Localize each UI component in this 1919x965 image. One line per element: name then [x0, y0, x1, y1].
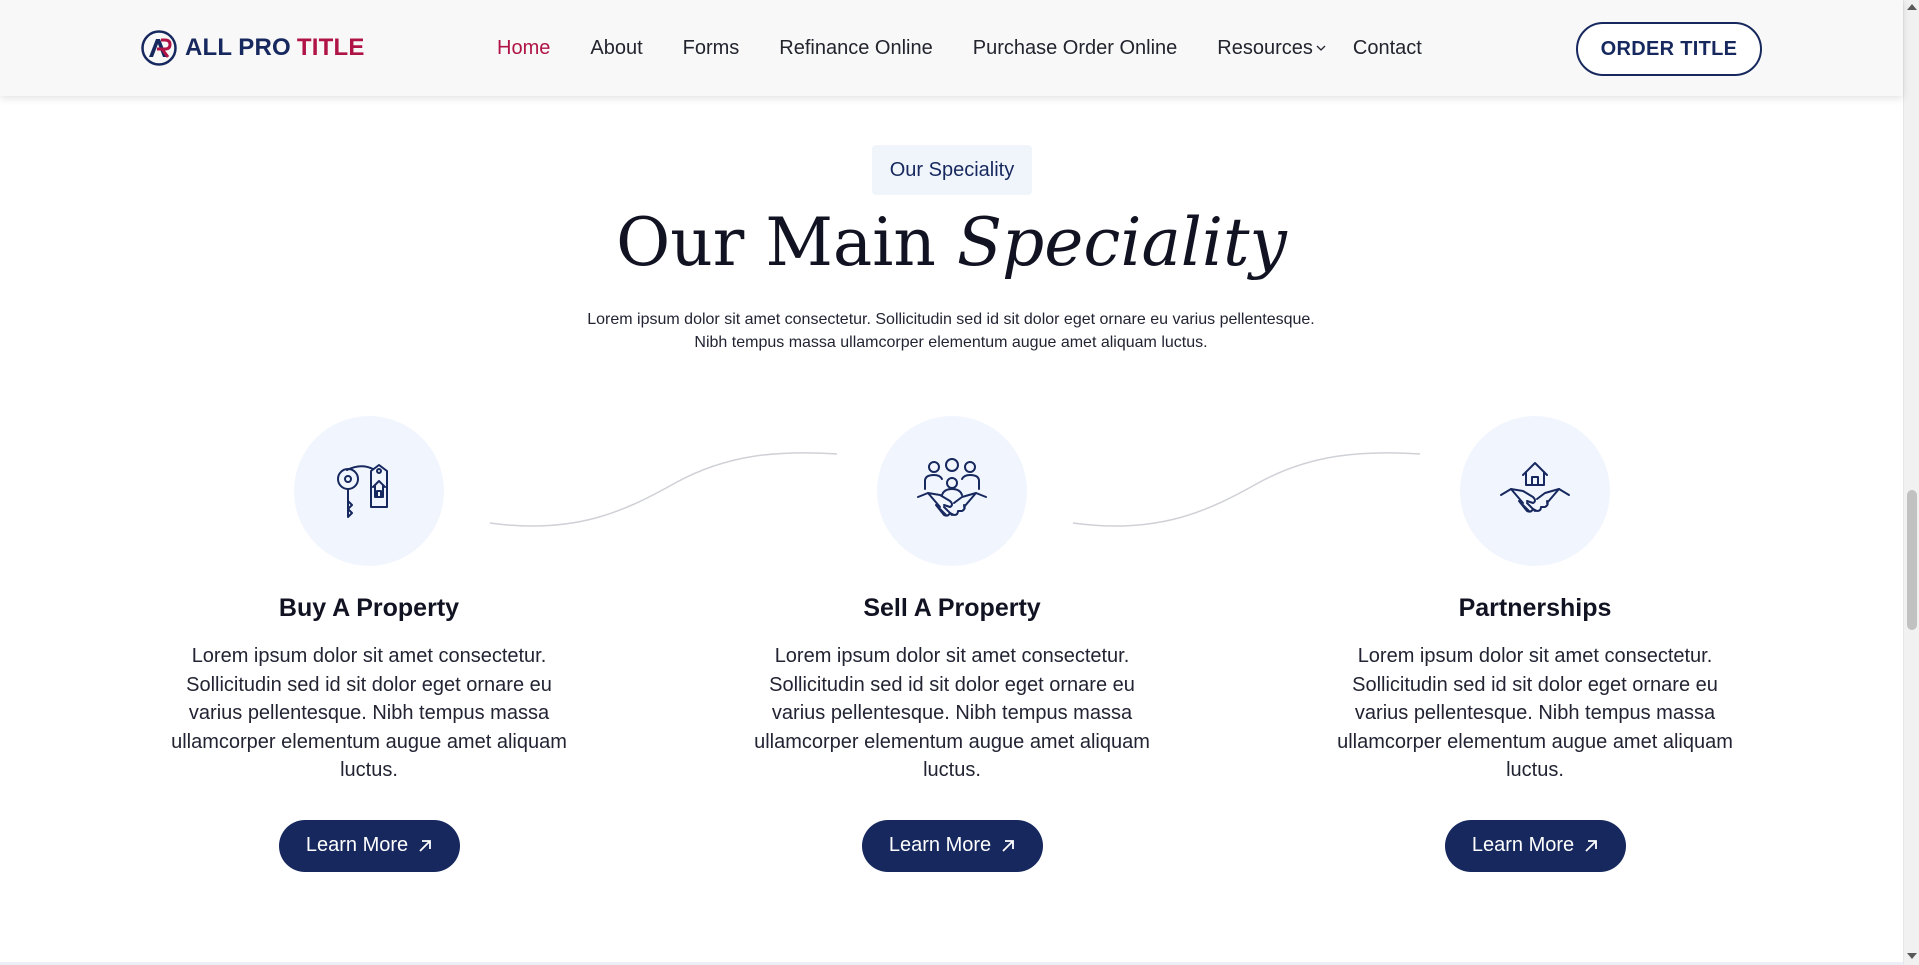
arrow-up-right-icon [1002, 840, 1015, 852]
arrow-up-right-icon [1585, 840, 1598, 852]
section-intro: Lorem ipsum dolor sit amet consectetur. … [551, 308, 1351, 354]
learn-more-label: Learn More [1471, 834, 1575, 857]
intro-line-2: Nibh tempus massa ullamcorper elementum … [694, 334, 1208, 351]
page: ALL PRO TITLE Home About Forms Refinance O… [0, 0, 1919, 965]
section-title-emphasis-text: Speciality [956, 204, 1287, 281]
order-title-button[interactable]: ORDER TITLE [1576, 22, 1762, 76]
site-logo[interactable]: ALL PRO TITLE [141, 30, 365, 66]
section-title-plain: Our Main [616, 204, 936, 281]
nav-about[interactable]: About [590, 37, 642, 60]
chevron-down-icon [1316, 45, 1326, 51]
learn-more-label: Learn More [888, 834, 992, 857]
nav-forms[interactable]: Forms [683, 37, 740, 60]
service-icon-circle [1460, 416, 1610, 566]
card-text: Lorem ipsum dolor sit amet consectetur. … [754, 645, 1150, 782]
service-card-buy: Buy A Property Lorem ipsum dolor sit ame… [159, 416, 579, 872]
section-title-emphasis: Speciality [956, 204, 1287, 281]
scroll-down-arrow-icon[interactable] [1907, 953, 1917, 959]
card-title: Sell A Property [863, 594, 1041, 622]
service-icon-circle [294, 416, 444, 566]
learn-more-button[interactable]: Learn More [861, 819, 1043, 872]
service-card-sell: Sell A Property Lorem ipsum dolor sit am… [742, 416, 1162, 872]
nav-purchase-order-online[interactable]: Purchase Order Online [973, 37, 1178, 60]
site-header: ALL PRO TITLE Home About Forms Refinance O… [0, 0, 1903, 96]
arrow-up-right-icon [419, 840, 432, 852]
service-card-partnerships: Partnerships Lorem ipsum dolor sit amet … [1325, 416, 1745, 872]
page-scrollbar[interactable] [1903, 0, 1919, 965]
house-handshake-icon [1500, 462, 1570, 513]
section-eyebrow: Our Speciality [872, 145, 1032, 195]
card-title: Partnerships [1458, 594, 1612, 622]
logo-mark-icon [141, 30, 177, 66]
nav-resources[interactable]: Resources [1217, 37, 1327, 60]
scrollbar-thumb[interactable] [1907, 490, 1917, 630]
intro-line-1: Lorem ipsum dolor sit amet consectetur. … [587, 311, 1315, 328]
nav-contact[interactable]: Contact [1353, 37, 1422, 60]
card-text: Lorem ipsum dolor sit amet consectetur. … [1337, 645, 1733, 782]
people-handshake-icon [917, 458, 987, 517]
scroll-up-arrow-icon[interactable] [1907, 4, 1917, 10]
nav-resources-label: Resources [1217, 36, 1313, 59]
learn-more-button[interactable]: Learn More [1444, 819, 1626, 872]
nav-home[interactable]: Home [497, 37, 550, 60]
service-icon-circle [877, 416, 1027, 566]
main-nav: Home About Forms Refinance Online Purcha… [497, 34, 1422, 62]
key-house-tag-icon [337, 464, 388, 518]
logo-text: ALL PRO TITLE [185, 34, 365, 61]
section-title: Our Main Speciality [0, 205, 1903, 281]
learn-more-button[interactable]: Learn More [278, 819, 460, 872]
nav-refinance-online[interactable]: Refinance Online [779, 37, 932, 60]
card-title: Buy A Property [278, 594, 460, 622]
learn-more-label: Learn More [305, 834, 409, 857]
card-text: Lorem ipsum dolor sit amet consectetur. … [171, 645, 567, 782]
